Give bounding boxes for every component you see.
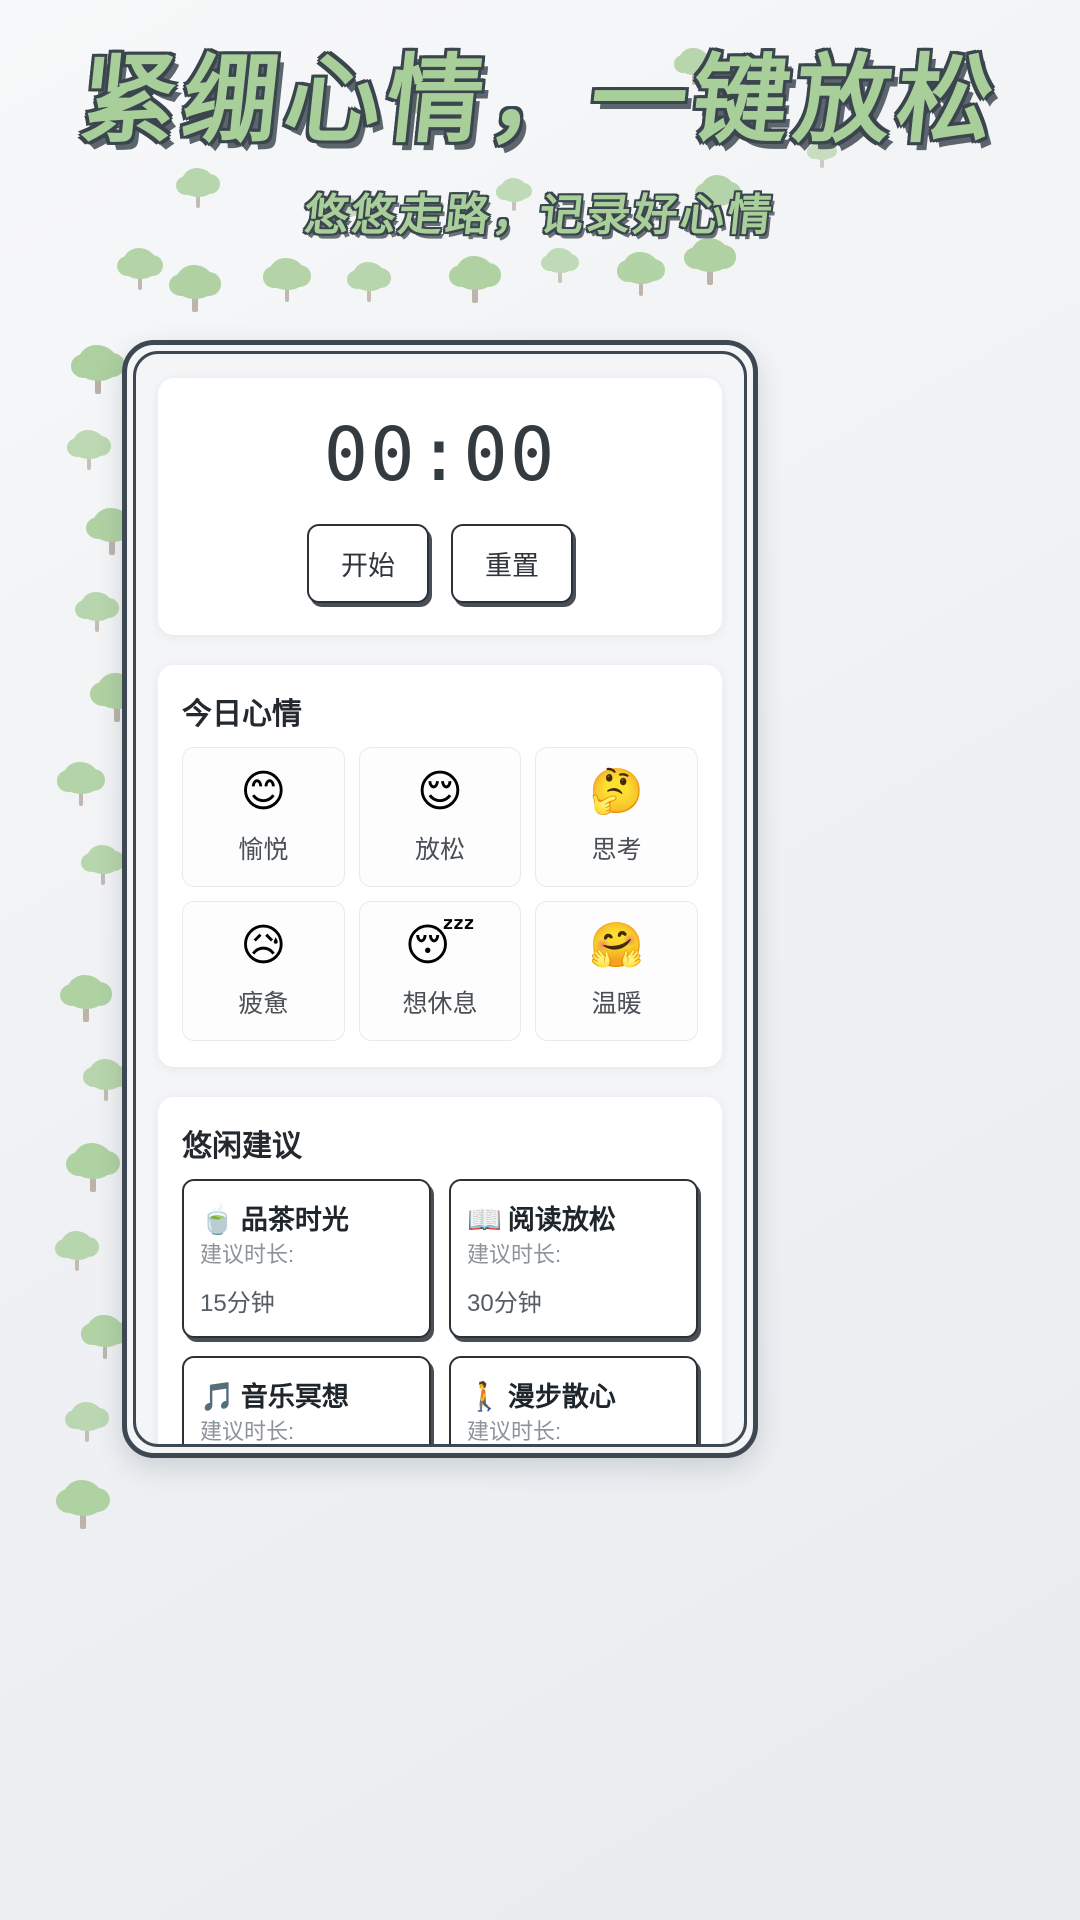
tree-icon — [88, 1059, 124, 1101]
tree-icon — [175, 265, 215, 312]
suggestions-grid: 🍵品茶时光建议时长:15分钟📖阅读放松建议时长:30分钟🎵音乐冥想建议时长:20… — [182, 1179, 698, 1447]
suggestion-duration-label: 建议时长: — [200, 1414, 294, 1446]
mood-option-label: 想休息 — [366, 984, 515, 1020]
phone-screen: 00:00 开始 重置 今日心情 😊 愉悦 😌 放松 🤔 思考 😥 疲惫 😴 想休息 🤗 温暖 悠闲建… — [133, 351, 747, 1447]
phone-frame: 00:00 开始 重置 今日心情 😊 愉悦 😌 放松 🤔 思考 😥 疲惫 😴 想休息 🤗 温暖 悠闲建… — [122, 340, 758, 1458]
tree-icon — [86, 1315, 124, 1360]
tree-icon — [62, 1480, 104, 1530]
teacup-icon: 🍵 — [200, 1206, 235, 1234]
suggestion-name: 漫步散心 — [508, 1375, 616, 1414]
mood-option-label: 温暖 — [542, 984, 691, 1020]
tree-icon — [77, 345, 119, 395]
suggestion-duration-value: 15分钟 — [200, 1283, 413, 1318]
sleeping-face-icon: 😴 — [366, 924, 515, 968]
suggestion-card[interactable]: 📖阅读放松建议时长: 30分钟 — [449, 1179, 698, 1338]
suggestion-card[interactable]: 🚶漫步散心建议时长:45分钟 — [449, 1356, 698, 1447]
relieved-face-icon: 😌 — [366, 770, 515, 814]
suggestion-card[interactable]: 🎵音乐冥想建议时长:20分钟 — [182, 1356, 431, 1447]
tree-icon — [455, 256, 495, 303]
suggestion-name: 阅读放松 — [508, 1198, 616, 1237]
suggestions-section: 悠闲建议 🍵品茶时光建议时长:15分钟📖阅读放松建议时长:30分钟🎵音乐冥想建议… — [158, 1097, 722, 1447]
suggestion-duration-value: 30分钟 — [467, 1283, 680, 1318]
suggestion-name: 品茶时光 — [241, 1198, 349, 1237]
tree-icon — [60, 1231, 94, 1271]
reset-button[interactable]: 重置 — [451, 524, 573, 603]
tree-icon — [268, 258, 306, 303]
suggestion-header: 📖阅读放松建议时长: — [467, 1198, 680, 1269]
mood-option-label: 放松 — [366, 830, 515, 866]
start-button[interactable]: 开始 — [307, 524, 429, 603]
suggestion-duration-label: 建议时长: — [200, 1237, 294, 1269]
mood-option-label: 思考 — [542, 830, 691, 866]
tree-icon — [545, 248, 575, 283]
walking-person-icon: 🚶 — [467, 1383, 502, 1411]
mood-option-label: 疲惫 — [189, 984, 338, 1020]
mood-grid: 😊 愉悦 😌 放松 🤔 思考 😥 疲惫 😴 想休息 🤗 温暖 — [182, 747, 698, 1041]
suggestion-header: 🎵音乐冥想建议时长: — [200, 1375, 413, 1446]
mood-option[interactable]: 🤔 思考 — [535, 747, 698, 887]
suggestion-name: 音乐冥想 — [241, 1375, 349, 1414]
suggestion-header: 🍵品茶时光建议时长: — [200, 1198, 413, 1269]
open-book-icon: 📖 — [467, 1206, 502, 1234]
timer-controls: 开始 重置 — [184, 524, 696, 603]
hugging-face-icon: 🤗 — [542, 924, 691, 968]
thinking-face-icon: 🤔 — [542, 770, 691, 814]
suggestion-duration-label: 建议时长: — [467, 1414, 561, 1446]
mood-option[interactable]: 😥 疲惫 — [182, 901, 345, 1041]
mood-section: 今日心情 😊 愉悦 😌 放松 🤔 思考 😥 疲惫 😴 想休息 🤗 温暖 — [158, 665, 722, 1067]
mood-option-label: 愉悦 — [189, 830, 338, 866]
suggestion-duration-label: 建议时长: — [467, 1237, 561, 1269]
page-title: 紧绷心情，一键放松 — [75, 44, 1005, 157]
sad-relieved-face-icon: 😥 — [189, 924, 338, 968]
suggestions-section-title: 悠闲建议 — [182, 1121, 698, 1165]
mood-option[interactable]: 😴 想休息 — [359, 901, 522, 1041]
tree-icon — [122, 248, 158, 290]
suggestion-header: 🚶漫步散心建议时长: — [467, 1375, 680, 1446]
tree-icon — [72, 430, 106, 470]
mood-option[interactable]: 🤗 温暖 — [535, 901, 698, 1041]
smiling-face-icon: 😊 — [189, 770, 338, 814]
suggestion-card[interactable]: 🍵品茶时光建议时长: 15分钟 — [182, 1179, 431, 1338]
mood-section-title: 今日心情 — [182, 689, 698, 733]
tree-icon — [622, 252, 660, 297]
tree-icon — [66, 975, 106, 1022]
tree-icon — [80, 592, 114, 632]
tree-icon — [86, 845, 120, 885]
tree-icon — [62, 762, 100, 807]
music-note-icon: 🎵 — [200, 1383, 235, 1411]
tree-icon — [690, 238, 730, 285]
page-header: 紧绷心情，一键放松 悠悠走路，记录好心情 — [0, 0, 1080, 243]
tree-icon — [70, 1402, 104, 1442]
mood-option[interactable]: 😊 愉悦 — [182, 747, 345, 887]
page-subtitle: 悠悠走路，记录好心情 — [302, 179, 779, 243]
tree-icon — [352, 262, 386, 302]
mood-option[interactable]: 😌 放松 — [359, 747, 522, 887]
timer-card: 00:00 开始 重置 — [158, 378, 722, 635]
timer-display: 00:00 — [184, 412, 696, 498]
tree-icon — [72, 1143, 114, 1193]
